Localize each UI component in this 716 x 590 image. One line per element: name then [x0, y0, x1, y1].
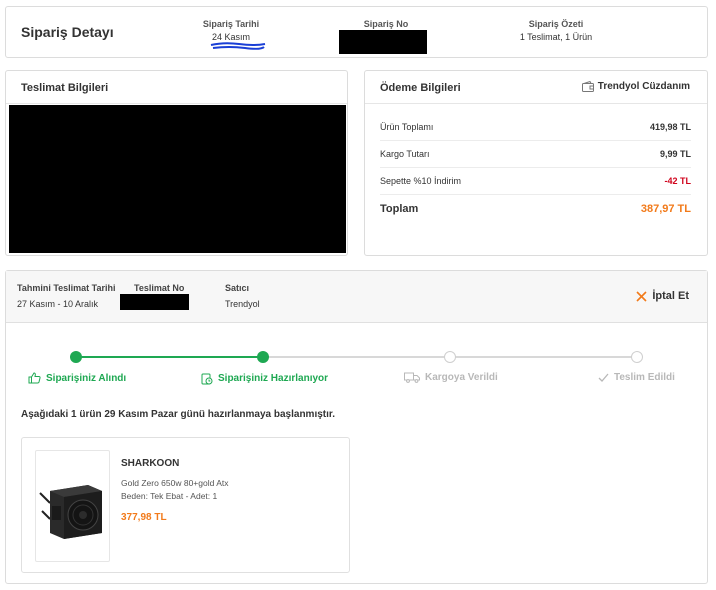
- progress-step-dot: [631, 351, 643, 363]
- check-icon: [598, 373, 609, 382]
- truck-icon: [404, 372, 420, 383]
- payment-total-label: Toplam: [380, 202, 419, 215]
- payment-info-panel: Ödeme Bilgileri Trendyol Cüzdanım Ürün T…: [364, 70, 708, 256]
- page-title: Sipariş Detayı: [21, 24, 114, 40]
- step-preparing: Siparişiniz Hazırlanıyor: [201, 372, 328, 385]
- order-number: Sipariş No: [336, 19, 436, 29]
- step-label: Siparişiniz Hazırlanıyor: [218, 373, 329, 384]
- divider: [365, 103, 707, 104]
- payment-row-label: Sepette %10 İndirim: [380, 176, 462, 186]
- close-icon: [636, 290, 647, 302]
- wallet-icon: [581, 81, 594, 92]
- payment-row-label: Kargo Tutarı: [380, 149, 430, 159]
- step-label: Teslim Edildi: [614, 372, 675, 383]
- preparing-clock-icon: [201, 373, 213, 385]
- shipment-panel: Tahmini Teslimat Tarihi 27 Kasım - 10 Ar…: [5, 270, 708, 584]
- wallet-label: Trendyol Cüzdanım: [597, 81, 690, 92]
- divider: [6, 103, 347, 104]
- order-header: Sipariş Detayı Sipariş Tarihi 24 Kasım S…: [5, 6, 708, 58]
- delivery-info-panel: Teslimat Bilgileri: [5, 70, 348, 256]
- shipment-header: Tahmini Teslimat Tarihi 27 Kasım - 10 Ar…: [6, 271, 707, 323]
- payment-row-label: Ürün Toplamı: [380, 122, 434, 132]
- payment-row-amount: -42 TL: [664, 176, 691, 186]
- delivery-number-redacted: [120, 294, 189, 310]
- order-summary-value: 1 Teslimat, 1 Ürün: [519, 32, 593, 42]
- product-attributes: Beden: Tek Ebat - Adet: 1: [121, 491, 218, 501]
- product-price: 377,98 TL: [121, 512, 167, 523]
- step-order-received: Siparişiniz Alındı: [28, 372, 126, 384]
- delivery-address-redacted: [9, 105, 346, 253]
- step-shipped: Kargoya Verildi: [404, 372, 498, 383]
- scribble-underline: [210, 42, 266, 50]
- product-image[interactable]: [35, 450, 110, 562]
- seller-label: Satıcı: [225, 283, 250, 293]
- progress-step-dot: [257, 351, 269, 363]
- delivery-number: Teslimat No: [134, 283, 184, 293]
- progress-track-done: [76, 356, 263, 358]
- step-label: Siparişiniz Alındı: [46, 372, 127, 384]
- estimated-delivery: Tahmini Teslimat Tarihi 27 Kasım - 10 Ar…: [17, 283, 116, 309]
- payment-info-title: Ödeme Bilgileri: [380, 82, 461, 94]
- payment-total-amount: 387,97 TL: [640, 202, 691, 215]
- payment-row-shipping: Kargo Tutarı 9,99 TL: [380, 141, 691, 168]
- step-label: Kargoya Verildi: [425, 372, 498, 383]
- order-number-redacted: [339, 30, 427, 54]
- delivery-number-label: Teslimat No: [134, 283, 185, 293]
- order-summary-label: Sipariş Özeti: [528, 19, 584, 29]
- order-date: Sipariş Tarihi 24 Kasım: [201, 19, 261, 42]
- product-name[interactable]: Gold Zero 650w 80+gold Atx: [121, 478, 229, 488]
- wallet-link[interactable]: Trendyol Cüzdanım: [581, 81, 690, 92]
- product-brand: SHARKOON: [121, 458, 180, 469]
- progress-step-dot: [444, 351, 456, 363]
- payment-row-amount: 419,98 TL: [649, 122, 691, 132]
- seller-value: Trendyol: [225, 299, 260, 309]
- product-card[interactable]: SHARKOON Gold Zero 650w 80+gold Atx Bede…: [21, 437, 350, 573]
- delivery-info-title: Teslimat Bilgileri: [21, 82, 109, 94]
- estimated-delivery-value: 27 Kasım - 10 Aralık: [17, 299, 99, 309]
- order-summary: Sipariş Özeti 1 Teslimat, 1 Ürün: [506, 19, 606, 42]
- payment-row-amount: 9,99 TL: [659, 149, 691, 159]
- estimated-delivery-label: Tahmini Teslimat Tarihi: [17, 283, 116, 293]
- payment-row-product-total: Ürün Toplamı 419,98 TL: [380, 114, 691, 141]
- progress-step-dot: [70, 351, 82, 363]
- power-supply-image: [39, 485, 102, 539]
- order-number-label: Sipariş No: [363, 19, 409, 29]
- cancel-button[interactable]: İptal Et: [636, 290, 689, 302]
- seller: Satıcı Trendyol: [225, 283, 260, 309]
- payment-row-discount: Sepette %10 İndirim -42 TL: [380, 168, 691, 195]
- step-delivered: Teslim Edildi: [598, 372, 675, 383]
- order-date-label: Sipariş Tarihi: [202, 19, 260, 29]
- thumbs-up-icon: [28, 372, 41, 384]
- cancel-label: İptal Et: [652, 290, 689, 302]
- preparation-message: Aşağıdaki 1 ürün 29 Kasım Pazar günü haz…: [21, 409, 336, 420]
- payment-row-total: Toplam 387,97 TL: [380, 195, 691, 222]
